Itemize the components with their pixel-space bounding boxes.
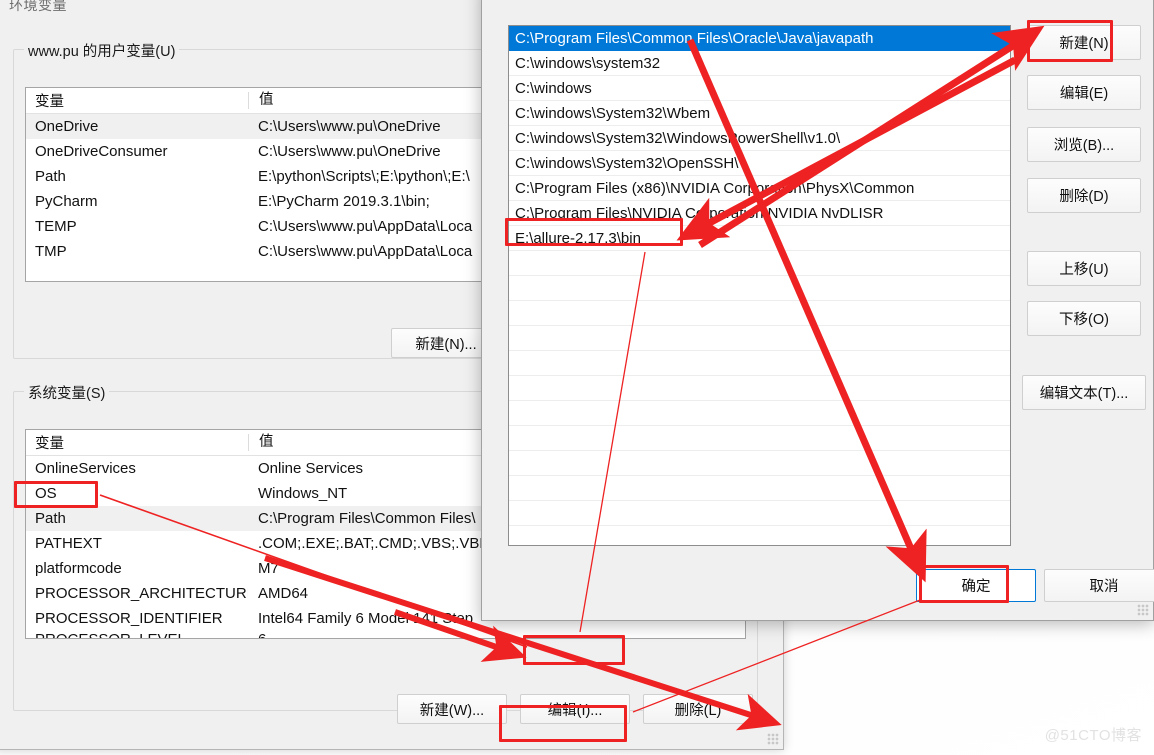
variable-name-cell: Path [35,510,66,527]
edit-environment-variable-dialog: C:\Program Files\Common Files\Oracle\Jav… [481,0,1154,621]
path-entry-row[interactable]: C:\windows\system32 [509,51,1010,76]
watermark: @51CTO博客 [1044,727,1142,744]
path-entry-row[interactable]: C:\windows\System32\WindowsPowerShell\v1… [509,126,1010,151]
variable-name-cell: OneDrive [35,118,99,135]
path-entry-row[interactable]: C:\windows [509,76,1010,101]
column-header-name-sys: 变量 [35,436,64,452]
path-entry-row[interactable]: C:\Program Files\NVIDIA Corporation\NVID… [509,201,1010,226]
path-entry-row[interactable]: C:\windows\System32\OpenSSH\ [509,151,1010,176]
variable-name-cell: TEMP [35,218,77,235]
path-entry-empty-row[interactable] [509,451,1010,476]
path-delete-button[interactable]: 删除(D) [1027,178,1141,213]
path-dialog-resize-grip[interactable] [1137,604,1149,616]
variable-name-cell: OnlineServices [35,460,136,477]
system-new-button[interactable]: 新建(W)... [397,694,507,724]
path-entry-empty-row[interactable] [509,326,1010,351]
path-move-up-button[interactable]: 上移(U) [1027,251,1141,286]
path-entry-empty-row[interactable] [509,426,1010,451]
path-entry-empty-row[interactable] [509,251,1010,276]
variable-value-cell: 6 [248,631,745,638]
variable-name-cell: PATHEXT [35,535,102,552]
path-entry-empty-row[interactable] [509,401,1010,426]
column-header-name: 变量 [35,94,64,110]
table-row[interactable]: PROCESSOR_LEVEL6 [26,631,745,638]
screenshot-root: 环境变量 www.pu 的用户变量(U) 变量 值 OneDrive C:\Use… [0,0,1154,755]
path-edit-text-button[interactable]: 编辑文本(T)... [1022,375,1146,410]
system-edit-button[interactable]: 编辑(I)... [520,694,630,724]
user-variables-legend: www.pu 的用户变量(U) [24,40,180,61]
variable-name-cell: Path [35,168,66,185]
path-browse-button[interactable]: 浏览(B)... [1027,127,1141,162]
path-entry-empty-row[interactable] [509,501,1010,526]
page-title: 环境变量 [9,0,67,13]
variable-name-cell: platformcode [35,560,122,577]
variable-name-cell: PROCESSOR_IDENTIFIER [35,610,223,627]
system-delete-button[interactable]: 删除(L) [643,694,753,724]
path-entry-row[interactable]: C:\Program Files (x86)\NVIDIA Corporatio… [509,176,1010,201]
path-move-down-button[interactable]: 下移(O) [1027,301,1141,336]
system-variables-legend: 系统变量(S) [24,382,110,403]
path-cancel-button[interactable]: 取消 [1044,569,1154,602]
path-entry-row[interactable]: E:\allure-2.17.3\bin [509,226,1010,251]
variable-name-cell: PyCharm [35,193,98,210]
variable-name-cell: PROCESSOR_LEVEL [26,631,248,638]
path-entry-empty-row[interactable] [509,301,1010,326]
variable-name-cell: OS [35,485,57,502]
path-entry-empty-row[interactable] [509,376,1010,401]
path-ok-button[interactable]: 确定 [916,569,1036,602]
path-entries-rows: C:\Program Files\Common Files\Oracle\Jav… [509,26,1010,526]
path-entry-empty-row[interactable] [509,351,1010,376]
window-resize-grip[interactable] [767,733,779,745]
path-new-button[interactable]: 新建(N) [1027,25,1141,60]
variable-name-cell: TMP [35,243,67,260]
path-entry-row[interactable]: C:\Program Files\Common Files\Oracle\Jav… [509,26,1010,51]
path-entry-row[interactable]: C:\windows\System32\Wbem [509,101,1010,126]
variable-name-cell: OneDriveConsumer [35,143,168,160]
path-entries-list[interactable]: C:\Program Files\Common Files\Oracle\Jav… [508,25,1011,546]
variable-name-cell: PROCESSOR_ARCHITECTURE [35,585,248,602]
path-entry-empty-row[interactable] [509,276,1010,301]
path-entry-empty-row[interactable] [509,476,1010,501]
path-edit-button[interactable]: 编辑(E) [1027,75,1141,110]
